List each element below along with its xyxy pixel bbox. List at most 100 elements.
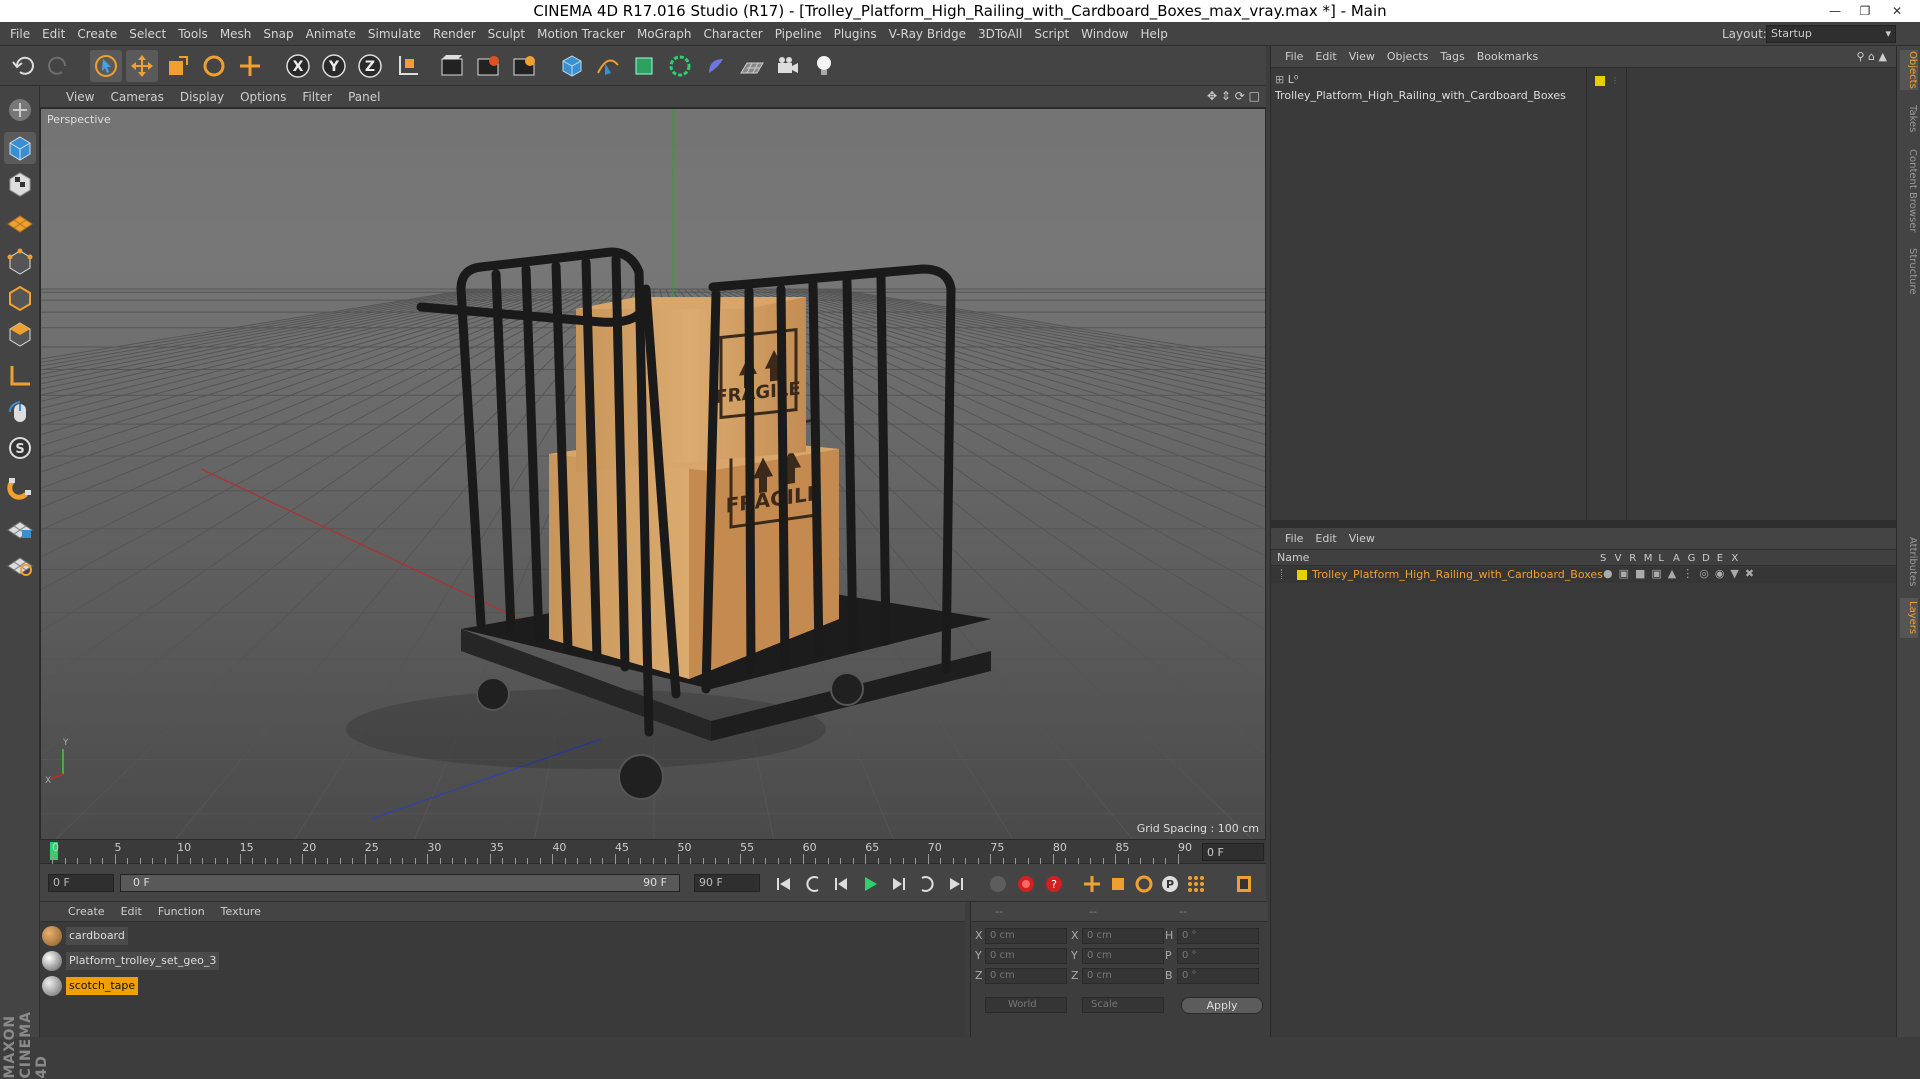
layers-menu-item[interactable]: File [1271, 528, 1309, 550]
coordinate-system-button[interactable] [392, 50, 424, 82]
menu-item[interactable]: Tools [172, 22, 214, 46]
object-tree-row[interactable]: ⊞ L⁰ Trolley_Platform_High_Railing_with_… [1275, 72, 1586, 102]
previous-frame-button[interactable] [830, 872, 854, 896]
menu-item[interactable]: Window [1075, 22, 1134, 46]
key-rotation-button[interactable] [1132, 872, 1156, 896]
layer-column-header[interactable]: R [1629, 553, 1644, 564]
viewport-nav-icons[interactable]: ✥ ⇕ ⟳ □ [1207, 89, 1260, 103]
tweak-mode-button[interactable] [4, 396, 36, 428]
coord-value-field[interactable]: 0 cm [1082, 928, 1164, 944]
material-menu-item[interactable]: Create [60, 902, 113, 922]
coord-value-field[interactable]: 0 cm [985, 928, 1067, 944]
coord-value-field[interactable]: 0 ° [1177, 948, 1259, 964]
menu-item[interactable]: V-Ray Bridge [883, 22, 972, 46]
snap-button[interactable] [4, 472, 36, 504]
planar-workplane-button[interactable] [4, 548, 36, 580]
solo-button[interactable]: S [4, 432, 36, 464]
restore-icon[interactable]: ❐ [1850, 0, 1880, 22]
menu-item[interactable]: Select [123, 22, 172, 46]
menu-item[interactable]: Render [427, 22, 482, 46]
layer-column-header[interactable]: V [1615, 553, 1630, 564]
render-view-button[interactable] [436, 50, 468, 82]
z-axis-button[interactable]: Z [354, 50, 386, 82]
viewport-menu-item[interactable]: Filter [294, 86, 340, 108]
tab-layers[interactable]: Layers [1900, 598, 1918, 638]
panel-divider[interactable] [1271, 520, 1897, 528]
layer-column-header[interactable]: X [1731, 553, 1746, 564]
cube-button[interactable] [556, 50, 588, 82]
menu-item[interactable]: File [4, 22, 36, 46]
material-menu-item[interactable]: Texture [213, 902, 269, 922]
floor-button[interactable] [736, 50, 768, 82]
perspective-viewport[interactable]: FRAGILE FRAGILE Y X Perspective Grid Spa… [40, 108, 1266, 840]
texture-mode-button[interactable] [4, 168, 36, 200]
rotate-button[interactable] [198, 50, 230, 82]
viewport-menu-item[interactable]: View [58, 86, 102, 108]
viewport-menu-item[interactable]: Panel [340, 86, 388, 108]
expand-icon[interactable]: ⊞ [1275, 73, 1284, 86]
menu-item[interactable]: Motion Tracker [531, 22, 631, 46]
search-icon[interactable]: ⚲ ⌂ ▲ [1851, 46, 1894, 68]
layer-toggle-icons[interactable]: ●▣■▣▲⋮◎◉▼✖ [1603, 567, 1760, 580]
layout-dropdown[interactable]: Startup ▾ [1766, 25, 1896, 43]
nurbs-button[interactable] [628, 50, 660, 82]
start-frame-field[interactable]: 0 F [48, 874, 114, 892]
layer-row[interactable]: Trolley_Platform_High_Railing_with_Cardb… [1271, 567, 1897, 583]
timeline-ruler[interactable]: 0 5 10 15 20 25 30 35 40 45 50 55 60 65 70 75 80 85 90 0 F [40, 840, 1266, 864]
layer-color-swatch[interactable] [1297, 570, 1307, 580]
layer-column-header[interactable]: L [1658, 553, 1673, 564]
end-frame-field[interactable]: 90 F [694, 874, 760, 892]
coord-value-field[interactable]: 0 ° [1177, 968, 1259, 984]
play-button[interactable] [858, 872, 882, 896]
material-row[interactable]: Platform_trolley_set_geo_3 [40, 949, 965, 973]
world-dropdown[interactable]: World [985, 997, 1067, 1013]
tab-structure[interactable]: Structure [1900, 246, 1918, 296]
material-row[interactable]: scotch_tape [40, 974, 965, 998]
pen-spline-button[interactable] [592, 50, 624, 82]
render-picture-viewer-button[interactable] [472, 50, 504, 82]
menu-item[interactable]: Sculpt [482, 22, 531, 46]
objects-menu-item[interactable]: Edit [1309, 46, 1342, 68]
tab-attributes[interactable]: Attributes [1900, 534, 1918, 590]
viewport-menu-item[interactable]: Display [172, 86, 232, 108]
coord-value-field[interactable]: 0 cm [985, 948, 1067, 964]
layer-column-header[interactable]: E [1717, 553, 1732, 564]
tab-content-browser[interactable]: Content Browser [1900, 146, 1918, 236]
menu-item[interactable]: Snap [257, 22, 299, 46]
make-editable-button[interactable] [4, 94, 36, 126]
menu-item[interactable]: Animate [300, 22, 362, 46]
key-pla-button[interactable] [1184, 872, 1208, 896]
coord-value-field[interactable]: 0 cm [1082, 968, 1164, 984]
workplane-mode-button[interactable] [4, 204, 36, 236]
material-name[interactable]: Platform_trolley_set_geo_3 [66, 952, 220, 970]
polygons-mode-button[interactable] [4, 318, 36, 350]
lock-workplane-button[interactable] [4, 512, 36, 544]
move-button[interactable] [126, 50, 158, 82]
record-off-button[interactable] [986, 872, 1010, 896]
axis-mode-button[interactable] [4, 360, 36, 392]
scale-dropdown[interactable]: Scale [1082, 997, 1164, 1013]
objects-menu-item[interactable]: View [1343, 46, 1381, 68]
camera-button[interactable] [772, 50, 804, 82]
material-name-selected[interactable]: scotch_tape [66, 977, 139, 995]
viewport-menu-item[interactable]: Options [232, 86, 294, 108]
menu-item[interactable]: MoGraph [631, 22, 698, 46]
key-position-button[interactable] [1080, 872, 1104, 896]
viewport-menu-item[interactable]: Cameras [102, 86, 171, 108]
next-key-button[interactable] [914, 872, 938, 896]
edit-render-settings-button[interactable] [508, 50, 540, 82]
next-frame-button[interactable] [886, 872, 910, 896]
layers-menu-item[interactable]: View [1343, 528, 1381, 550]
menu-item[interactable]: Script [1028, 22, 1075, 46]
go-to-end-button[interactable] [944, 872, 968, 896]
object-name[interactable]: Trolley_Platform_High_Railing_with_Cardb… [1275, 89, 1566, 102]
model-mode-button[interactable] [4, 132, 36, 164]
live-select-button[interactable] [90, 50, 122, 82]
material-menu-item[interactable]: Function [150, 902, 213, 922]
array-button[interactable] [664, 50, 696, 82]
scale-button[interactable] [162, 50, 194, 82]
menu-item[interactable]: Character [697, 22, 768, 46]
current-frame-field[interactable]: 0 F [1202, 843, 1264, 861]
deformer-button[interactable] [700, 50, 732, 82]
material-name[interactable]: cardboard [66, 927, 128, 945]
